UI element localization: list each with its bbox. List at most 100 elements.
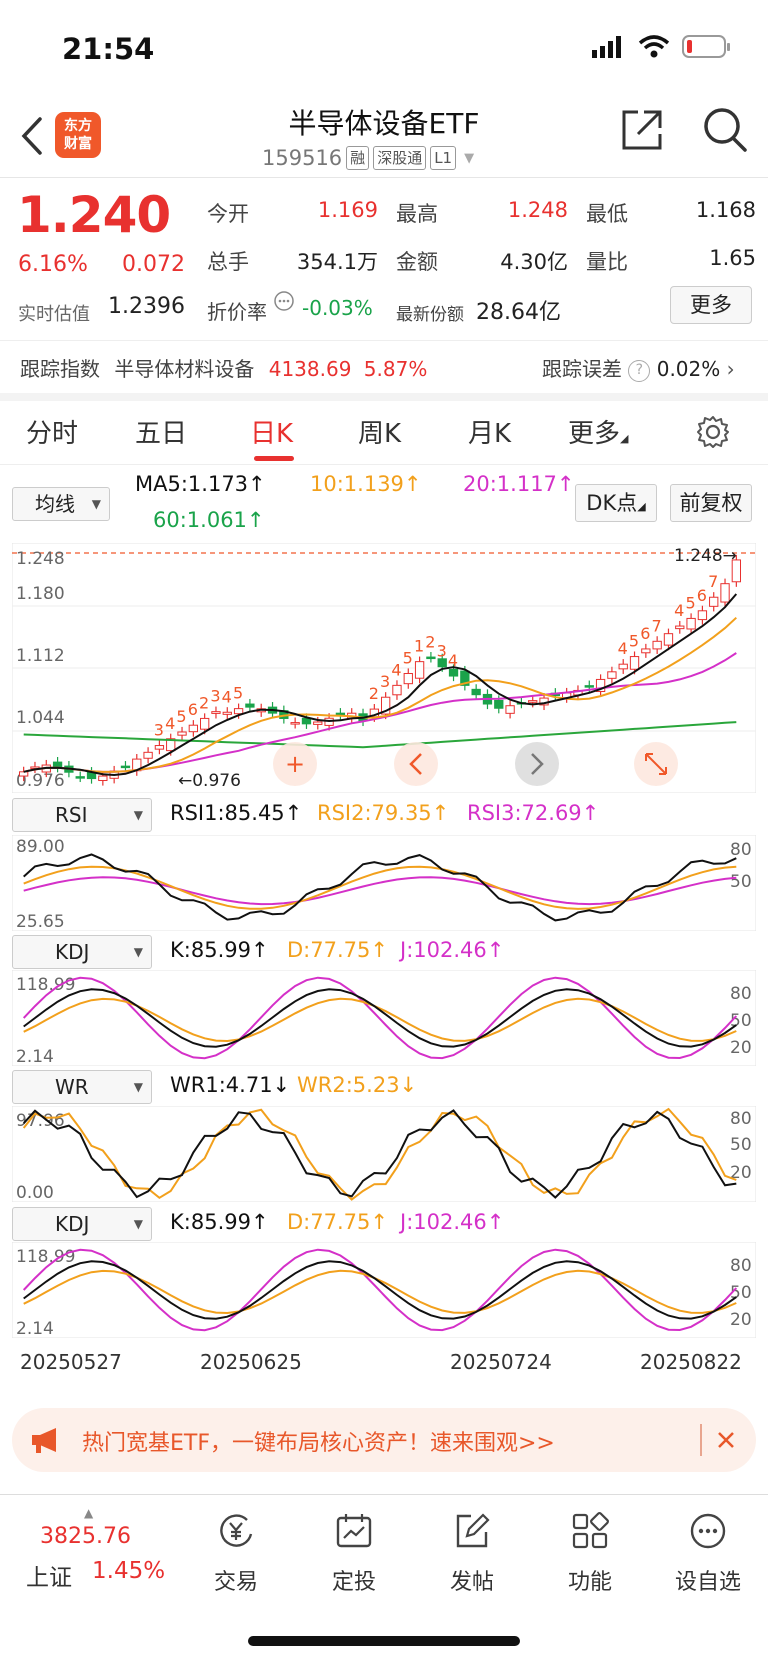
more-button[interactable]: 更多: [670, 286, 752, 324]
search-icon[interactable]: [702, 106, 748, 154]
rsi2-label: RSI2:79.35↑: [317, 801, 450, 825]
rsi3-label: RSI3:72.69↑: [467, 801, 600, 825]
kdj-k-label: K:85.99↑: [170, 938, 269, 962]
y-label-4: 1.044: [16, 708, 65, 728]
candle-body: [301, 717, 312, 725]
ratio-label: 量比: [586, 250, 628, 274]
security-code-row: 159516 融 深股通 L1 ▼: [262, 146, 474, 170]
candle-body: [652, 640, 662, 650]
y-label-top: 1.248: [16, 549, 65, 569]
kdj-chart: 118.99 2.14 80 50 20: [12, 970, 756, 1066]
rsi-dropdown[interactable]: RSI ▼: [12, 798, 152, 832]
settings-gear-icon[interactable]: [696, 415, 730, 449]
kdj2-j-line: [22, 1248, 738, 1332]
ma60-line: [23, 721, 737, 749]
ma60-label: 60:1.061↑: [153, 508, 265, 532]
td-number: 4: [674, 601, 684, 620]
ma-dropdown[interactable]: 均线 ▼: [12, 487, 110, 521]
y-label-2: 1.180: [16, 584, 65, 604]
tab-weekly-k[interactable]: 周K: [358, 413, 401, 450]
plus-icon: +: [285, 750, 305, 778]
scroll-right-button[interactable]: [515, 742, 559, 786]
candle-body: [426, 656, 436, 660]
candle-body: [177, 731, 187, 736]
candle-body: [154, 745, 165, 750]
candle-body: [245, 703, 255, 708]
td-number: 1: [414, 637, 424, 656]
dk-point-button[interactable]: DK点◢: [575, 484, 657, 522]
candle-body: [471, 688, 481, 696]
promo-banner[interactable]: 热门宽基ETF，一键布局核心资产！速来围观>>: [12, 1408, 756, 1472]
tracking-row[interactable]: 跟踪指数 半导体材料设备 4138.69 5.87%: [20, 353, 427, 382]
change-pct: 6.16%: [18, 252, 88, 277]
caret-down-icon[interactable]: ▼: [464, 151, 474, 166]
kdj2-bottom: 2.14: [16, 1319, 54, 1338]
tracking-index-pct: 5.87%: [363, 357, 428, 381]
wr-dropdown[interactable]: WR ▼: [12, 1070, 152, 1104]
kdj2-dropdown[interactable]: KDJ ▼: [12, 1207, 152, 1241]
td-number: 6: [188, 700, 198, 719]
td-number: 2: [199, 693, 209, 712]
tab-intraday[interactable]: 分时: [26, 413, 78, 450]
rsi2-line: [23, 865, 737, 910]
candle-body: [75, 776, 85, 779]
adjust-button[interactable]: 前复权: [670, 484, 752, 522]
td-number: 7: [652, 616, 662, 635]
kdj2-k-label: K:85.99↑: [170, 1210, 269, 1234]
features-button[interactable]: 功能: [540, 1512, 640, 1596]
td-number: 4: [165, 714, 175, 733]
post-button[interactable]: 发帖: [422, 1512, 522, 1596]
volume-value: 354.1万: [296, 250, 378, 274]
kdj2-chart: 118.99 2.14 80 50 20: [12, 1242, 756, 1338]
clock: 21:54: [62, 32, 155, 66]
banner-text: 热门宽基ETF，一键布局核心资产！速来围观>>: [82, 1431, 555, 1456]
info-icon[interactable]: [273, 290, 295, 312]
tab-monthly-k[interactable]: 月K: [468, 413, 511, 450]
share-icon[interactable]: [620, 108, 664, 152]
kdj-j-label: J:102.46↑: [400, 938, 505, 962]
wr2-line: [22, 1107, 737, 1201]
scroll-left-button[interactable]: [394, 742, 438, 786]
market-index-pct[interactable]: 1.45%: [92, 1558, 165, 1584]
date-label-1: 20250527: [20, 1350, 122, 1374]
kdj-dropdown[interactable]: KDJ ▼: [12, 935, 152, 969]
candle-body: [607, 671, 617, 679]
tab-daily-k[interactable]: 日K: [250, 413, 293, 450]
trade-button[interactable]: 交易: [186, 1512, 286, 1596]
candle-body: [505, 705, 515, 714]
high-value: 1.248: [507, 198, 568, 222]
add-watchlist-button[interactable]: 设自选: [658, 1512, 758, 1596]
tab-more[interactable]: 更多◢: [568, 413, 628, 450]
yuan-circle-icon: [220, 1514, 253, 1547]
candle-body: [222, 711, 232, 715]
tracking-error-value: 0.02%: [656, 357, 721, 381]
candle-body: [120, 765, 131, 769]
shares-label: 最新份额: [396, 305, 464, 325]
wr-20: 20: [730, 1163, 752, 1183]
candle-body: [720, 583, 730, 603]
market-index-name[interactable]: 上证: [26, 1558, 72, 1592]
close-icon[interactable]: [716, 1430, 736, 1450]
candle-body: [641, 648, 651, 654]
help-icon[interactable]: ?: [628, 359, 651, 382]
more-dots-icon: [690, 1513, 726, 1549]
candle-body: [584, 685, 594, 688]
tracking-error[interactable]: 跟踪误差 ? 0.02% ›: [542, 353, 735, 382]
est-value: 1.2396: [108, 294, 185, 319]
low-value: 1.168: [695, 198, 756, 222]
calendar-chart-icon: [336, 1514, 372, 1548]
tab-five-day[interactable]: 五日: [135, 413, 187, 450]
last-price-marker: 1.248→: [674, 546, 737, 566]
td-number: 3: [380, 672, 390, 691]
rsi-bottom: 25.65: [16, 912, 65, 931]
kline-chart[interactable]: 1.248 1.180 1.112 1.044 0.976 1.248→ ←0.…: [12, 543, 756, 793]
candle-body: [686, 617, 696, 630]
wr1-label: WR1:4.71↓: [170, 1073, 291, 1097]
tracking-index-value: 4138.69: [268, 357, 352, 381]
bottom-divider: [0, 1494, 768, 1495]
fixed-invest-button[interactable]: 定投: [304, 1512, 404, 1596]
td-number: 4: [618, 639, 628, 658]
divider: [0, 340, 768, 341]
market-index-value[interactable]: 3825.76: [40, 1524, 131, 1549]
status-bar: 21:54: [0, 0, 768, 96]
